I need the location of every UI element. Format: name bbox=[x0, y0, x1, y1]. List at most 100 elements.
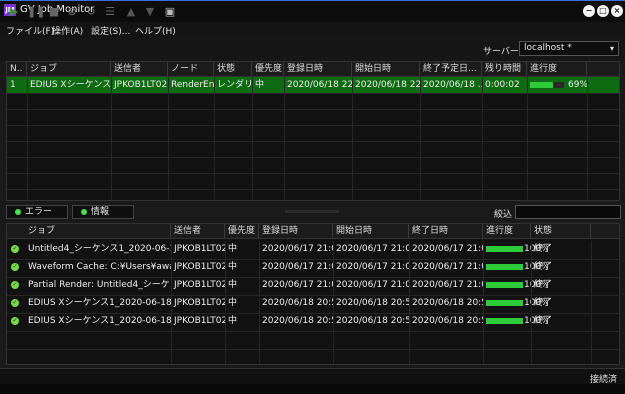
info-filter-button[interactable]: 情報 bbox=[72, 205, 134, 219]
refresh-icon[interactable]: ↻ bbox=[84, 5, 98, 19]
info-filter-label: 情報 bbox=[91, 207, 110, 217]
log-row[interactable]: ✓ EDIUS Xシーケンス1_2020-06-18_20...JPKOB1LT0… bbox=[7, 313, 619, 329]
jobs-col-1[interactable]: ジョブ bbox=[27, 62, 111, 76]
status-bar: 接続済 bbox=[0, 368, 625, 385]
log-row[interactable]: ✓ Untitled4_シーケンス1_2020-06-17_21...JPKOB1… bbox=[7, 241, 619, 257]
check-icon: ✓ bbox=[11, 245, 19, 253]
log-row[interactable]: ✓ Partial Render: Untitled4_シーケンス1_...JPK… bbox=[7, 277, 619, 293]
menu-operation[interactable]: 操作(A) bbox=[52, 24, 83, 37]
log-cell-status: 終了 bbox=[534, 262, 553, 272]
menu-file[interactable]: ファイル(F) bbox=[6, 24, 54, 37]
log-cell-priority: 中 bbox=[228, 280, 238, 290]
jobs-col-6[interactable]: 登録日時 bbox=[284, 62, 352, 76]
log-cell-started: 2020/06/18 20:51 bbox=[336, 298, 409, 308]
log-cell-status: 終了 bbox=[534, 244, 553, 254]
log-col-1[interactable]: 送信者 bbox=[171, 224, 225, 238]
cancel-icon[interactable]: ⊗ bbox=[65, 5, 79, 19]
log-row-line bbox=[7, 313, 619, 314]
minimize-button[interactable]: − bbox=[583, 5, 595, 17]
log-row-line bbox=[7, 295, 619, 296]
jobs-column-divider bbox=[111, 77, 112, 200]
check-icon: ✓ bbox=[11, 281, 19, 289]
log-cell-status: 終了 bbox=[534, 280, 553, 290]
log-body: ✓Untitled4_シーケンス1_2020-06-17_21...JPKOB1… bbox=[7, 241, 619, 364]
log-col-7[interactable]: 状態 bbox=[531, 224, 591, 238]
job-cell-eta: 2020/06/18 ... bbox=[423, 80, 482, 90]
pause-icon[interactable]: ❚❚ bbox=[27, 5, 45, 19]
log-col-3[interactable]: 登録日時 bbox=[259, 224, 333, 238]
narrow-label: 絞込 bbox=[494, 210, 513, 220]
log-cell-ended: 2020/06/17 21:04 bbox=[412, 244, 483, 254]
log-grid[interactable]: ジョブ 送信者 優先度 登録日時 開始日時 終了日時 進行度 状態 ✓ Untitled4_シー… bbox=[6, 223, 620, 365]
error-filter-button[interactable]: エラー bbox=[6, 205, 68, 219]
log-cell-started: 2020/06/17 21:05 bbox=[336, 262, 409, 272]
log-col-2[interactable]: 優先度 bbox=[225, 224, 259, 238]
job-cell-priority: 中 bbox=[255, 80, 265, 90]
jobs-col-7[interactable]: 開始日時 bbox=[352, 62, 420, 76]
jobs-col-5[interactable]: 優先度 bbox=[252, 62, 284, 76]
jobs-grid[interactable]: N.. ジョブ 送信者 ノード 状態 優先度 登録日時 開始日時 終了予定日... 残り時間 進行度… bbox=[6, 61, 620, 201]
jobs-col-4[interactable]: 状態 bbox=[214, 62, 252, 76]
log-progress-fill bbox=[486, 264, 523, 270]
jobs-row-line bbox=[7, 189, 619, 190]
jobs-col-0[interactable]: N.. bbox=[7, 62, 27, 76]
jobs-column-divider bbox=[352, 77, 353, 200]
log-cell-registered: 2020/06/17 21:04 bbox=[262, 244, 333, 254]
play-icon[interactable]: ▶ bbox=[7, 5, 21, 19]
log-cell-ended: 2020/06/17 21:05 bbox=[412, 262, 483, 272]
log-col-4[interactable]: 開始日時 bbox=[333, 224, 409, 238]
check-icon: ✓ bbox=[11, 299, 19, 307]
menu-help[interactable]: ヘルプ(H) bbox=[135, 24, 176, 37]
log-row[interactable]: ✓ EDIUS Xシーケンス1_2020-06-18_20...JPKOB1LT0… bbox=[7, 295, 619, 311]
log-row-line bbox=[7, 259, 619, 260]
job-cell-job: EDIUS Xシーケンス1_... bbox=[30, 80, 111, 90]
log-col-5[interactable]: 終了日時 bbox=[409, 224, 483, 238]
jobs-column-divider bbox=[168, 77, 169, 200]
log-progress-fill bbox=[486, 246, 523, 252]
log-cell-registered: 2020/06/18 20:51 bbox=[262, 298, 333, 308]
jobs-col-9[interactable]: 残り時間 bbox=[482, 62, 527, 76]
maximize-button[interactable]: □ bbox=[597, 5, 609, 17]
log-progress-fill bbox=[486, 300, 523, 306]
jobs-col-10[interactable]: 進行度 bbox=[527, 62, 587, 76]
job-progress-bar bbox=[530, 82, 564, 88]
server-label: サーバー bbox=[483, 47, 519, 57]
log-cell-sender: JPKOB1LT02... bbox=[174, 262, 225, 272]
server-select[interactable]: localhost * ▾ bbox=[519, 41, 619, 56]
log-cell-started: 2020/06/18 20:53 bbox=[336, 316, 409, 326]
log-cell-ended: 2020/06/18 20:51 bbox=[412, 298, 483, 308]
splitter-handle[interactable] bbox=[285, 210, 339, 213]
chevron-down-icon: ▾ bbox=[609, 44, 614, 53]
up-icon[interactable]: ▲ bbox=[124, 5, 138, 19]
log-row-line bbox=[7, 277, 619, 278]
job-cell-registered: 2020/06/18 22:56 bbox=[287, 80, 352, 90]
log-cell-priority: 中 bbox=[228, 244, 238, 254]
log-row[interactable]: ✓ Waveform Cache: C:¥Users¥awashim...JPKO… bbox=[7, 259, 619, 275]
menu-settings[interactable]: 設定(S)... bbox=[91, 24, 130, 37]
jobs-col-8[interactable]: 終了予定日... bbox=[420, 62, 482, 76]
jobs-col-2[interactable]: 送信者 bbox=[111, 62, 168, 76]
log-cell-job: Partial Render: Untitled4_シーケンス1_... bbox=[28, 280, 171, 290]
log-progress-fill bbox=[486, 282, 523, 288]
error-dot-icon bbox=[15, 208, 21, 215]
close-button[interactable]: × bbox=[611, 5, 623, 17]
jobs-column-divider bbox=[420, 77, 421, 200]
job-cell-remaining: 0:00:02 bbox=[485, 80, 520, 90]
jobs-col-3[interactable]: ノード bbox=[168, 62, 214, 76]
jobs-column-divider bbox=[27, 77, 28, 200]
log-col-0[interactable]: ジョブ bbox=[25, 224, 171, 238]
jobs-row-line bbox=[7, 141, 619, 142]
stop-icon[interactable]: ■ bbox=[47, 5, 61, 19]
log-cell-sender: JPKOB1LT02... bbox=[174, 244, 225, 254]
down-icon[interactable]: ▼ bbox=[143, 5, 157, 19]
narrow-input[interactable] bbox=[515, 205, 621, 219]
log-col-6[interactable]: 進行度 bbox=[483, 224, 531, 238]
log-cell-priority: 中 bbox=[228, 262, 238, 272]
server-value: localhost * bbox=[524, 43, 572, 53]
list-icon[interactable]: ☰ bbox=[103, 5, 117, 19]
info-dot-icon bbox=[81, 208, 87, 215]
log-progress-bar bbox=[486, 264, 523, 270]
briefcase-icon[interactable]: ▣ bbox=[163, 5, 177, 19]
job-cell-started: 2020/06/18 22:56 bbox=[355, 80, 420, 90]
jobs-column-divider bbox=[527, 77, 528, 200]
